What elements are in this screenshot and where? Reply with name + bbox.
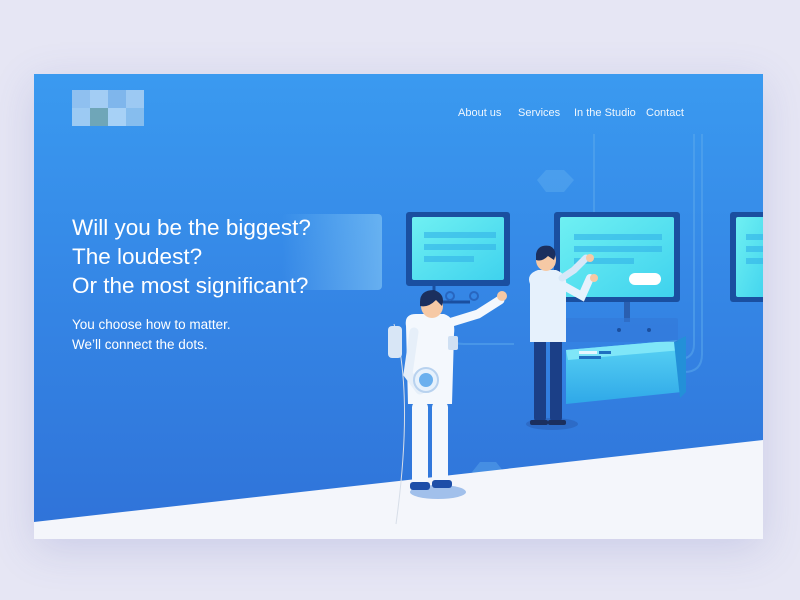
hero-subline-line-1: You choose how to matter.: [72, 317, 231, 332]
landing-page-frame: About us Services In the Studio Contact: [34, 74, 763, 539]
floor: [34, 440, 763, 539]
console-desk-icon: [562, 318, 686, 404]
hero-headline: Will you be the biggest? The loudest? Or…: [72, 213, 311, 300]
astronaut-and-office-worker-at-screens-illustration: [34, 134, 763, 539]
monitor-icon: [406, 212, 510, 304]
hero-headline-line-2: The loudest?: [72, 244, 203, 269]
hero-headline-line-1: Will you be the biggest?: [72, 215, 311, 240]
hero-subline-line-2: We’ll connect the dots.: [72, 337, 208, 352]
hero-subline: You choose how to matter. We’ll connect …: [72, 315, 231, 355]
partial-monitor-icon: [730, 212, 763, 302]
hero-headline-line-3: Or the most significant?: [72, 273, 309, 298]
